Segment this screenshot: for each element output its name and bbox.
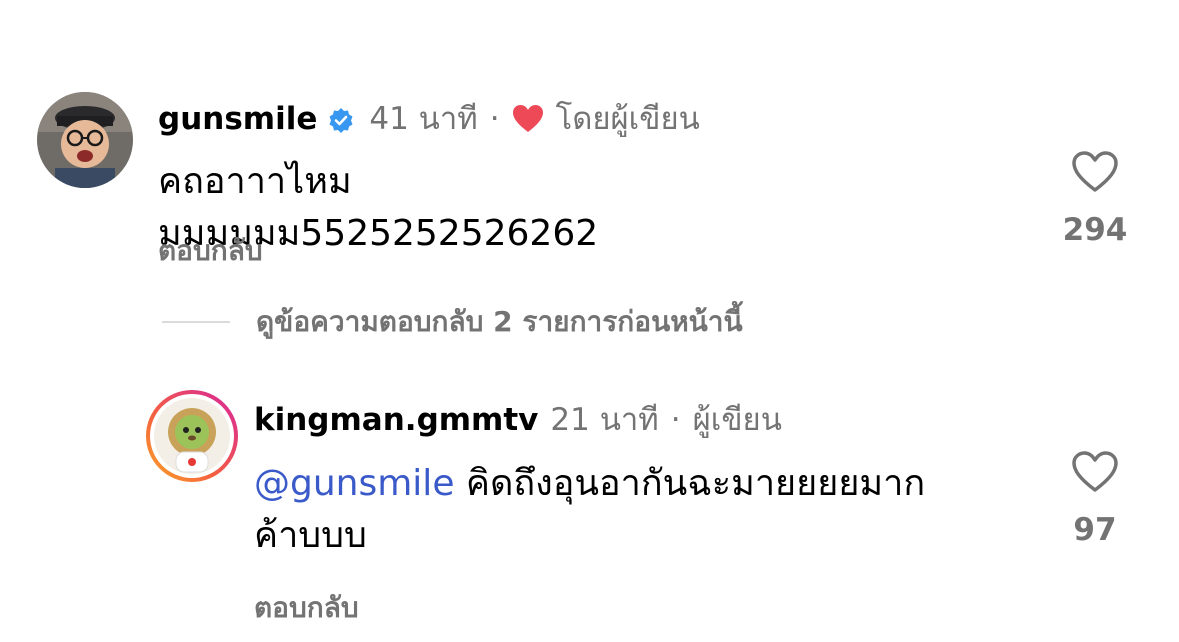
like-column: 97: [1050, 450, 1140, 548]
view-previous-replies[interactable]: ดูข้อความตอบกลับ 2 รายการก่อนหน้านี้: [162, 300, 743, 344]
like-column: 294: [1050, 150, 1140, 248]
comment-text-line2: ค้าบบบ: [254, 515, 367, 556]
username[interactable]: gunsmile: [158, 99, 317, 139]
heart-outline-icon[interactable]: [1071, 450, 1119, 494]
liked-by-author-label: โดยผู้เขียน: [555, 101, 700, 137]
separator: ·: [670, 402, 681, 438]
avatar-kingman: [154, 398, 230, 474]
comment-header: gunsmile 41 นาที · โดยผู้เขียน: [158, 99, 700, 139]
divider-line: [162, 321, 230, 323]
red-heart-icon: [512, 104, 544, 134]
reply-button[interactable]: ตอบกลับ: [254, 586, 359, 630]
heart-outline-icon[interactable]: [1071, 150, 1119, 194]
view-replies-label[interactable]: ดูข้อความตอบกลับ 2 รายการก่อนหน้านี้: [256, 300, 743, 344]
reply-button[interactable]: ตอบกลับ: [158, 229, 263, 273]
avatar-story-ring[interactable]: [146, 390, 238, 482]
mention-link[interactable]: @gunsmile: [254, 463, 454, 504]
like-count: 294: [1062, 212, 1128, 248]
avatar-gunsmile[interactable]: [37, 92, 133, 188]
like-count: 97: [1073, 512, 1117, 548]
username[interactable]: kingman.gmmtv: [254, 400, 538, 440]
author-label: ผู้เขียน: [692, 402, 782, 438]
timestamp: 41 นาที: [369, 101, 478, 137]
separator: ·: [489, 101, 500, 137]
comment-header: kingman.gmmtv 21 นาที · ผู้เขียน: [254, 400, 782, 440]
verified-badge-icon: [327, 105, 355, 133]
timestamp: 21 นาที: [550, 402, 659, 438]
comment-text: @gunsmile คิดถึงอุนอากันฉะมายยยยมาก ค้าบ…: [254, 458, 1034, 562]
comment-text-line1: คิดถึงอุนอากันฉะมายยยยมาก: [465, 463, 926, 504]
